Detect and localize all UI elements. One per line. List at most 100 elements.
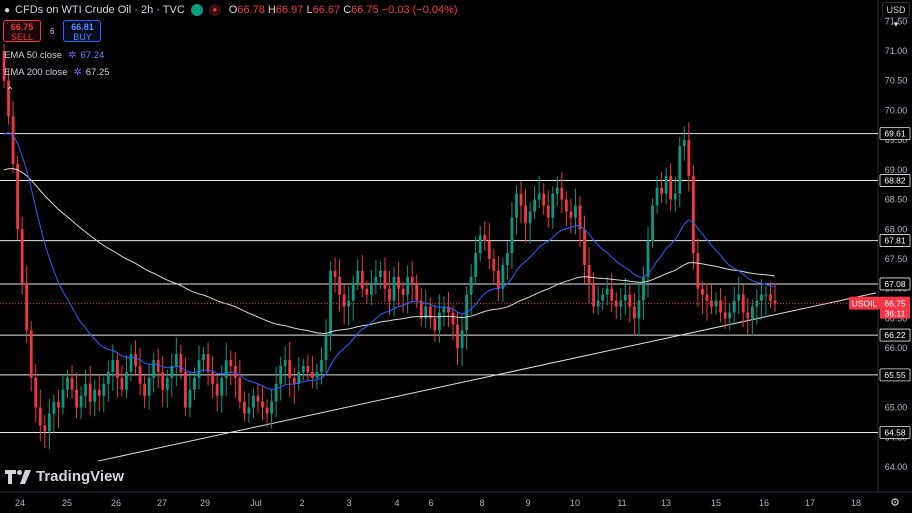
x-tick-label: 9 xyxy=(525,498,530,508)
candle-body xyxy=(256,395,260,402)
candle-body xyxy=(66,377,69,390)
candle-body xyxy=(369,282,373,295)
alert-icon[interactable]: ● xyxy=(208,4,221,16)
candle-body xyxy=(365,288,369,295)
settings-icon[interactable]: ✲ xyxy=(68,50,76,61)
candle-body xyxy=(88,383,92,402)
level-price-label: 69.61 xyxy=(884,129,906,139)
x-tick-label: 26 xyxy=(111,498,121,508)
candle-body xyxy=(242,401,246,414)
candle-body xyxy=(592,282,595,307)
x-tick-label: 17 xyxy=(805,498,815,508)
x-tick-label: 2 xyxy=(299,498,304,508)
symbol-icon[interactable]: ● xyxy=(4,5,10,16)
candle-body xyxy=(519,193,523,206)
candle-body xyxy=(701,288,704,295)
candle-body xyxy=(252,395,255,408)
indicator-ema200[interactable]: EMA 200 close ✲ 67.25 xyxy=(4,67,110,78)
candle-body xyxy=(147,377,151,396)
trade-buttons: 66.75 SELL 6 66.81 BUY xyxy=(3,20,102,42)
candle-body xyxy=(678,146,682,194)
candle-body xyxy=(669,175,673,200)
candle-body xyxy=(174,354,178,366)
y-tick-label: 68.00 xyxy=(885,224,908,234)
bar-countdown-label: 36:11 xyxy=(885,309,906,319)
candle-body xyxy=(537,193,541,200)
candle-body xyxy=(106,371,110,384)
collapse-icon[interactable]: ⌃ xyxy=(3,85,17,99)
candle-body xyxy=(528,211,532,224)
candle-body xyxy=(47,413,51,432)
trendline[interactable] xyxy=(97,292,877,462)
candle-body xyxy=(605,288,609,295)
candle-body xyxy=(492,259,496,271)
symbol-tag-label: USOIL xyxy=(852,299,878,309)
candle-body xyxy=(750,306,754,319)
candle-body xyxy=(496,270,500,289)
candle-body xyxy=(655,187,659,206)
x-tick-label: 18 xyxy=(851,498,861,508)
candle-body xyxy=(542,193,546,206)
buy-button[interactable]: 66.81 BUY xyxy=(63,20,102,42)
candle-body xyxy=(184,371,187,408)
candle-body xyxy=(265,407,269,414)
candle-body xyxy=(737,294,741,301)
market-status-icon[interactable] xyxy=(190,4,203,16)
x-tick-label: 24 xyxy=(15,498,25,508)
candle-body xyxy=(460,330,464,349)
candle-body xyxy=(342,294,346,307)
candle-body xyxy=(165,377,169,390)
candle-body xyxy=(38,407,42,426)
settings-icon[interactable]: ⚙ xyxy=(890,496,900,509)
candle-body xyxy=(483,235,487,242)
x-tick-label: 8 xyxy=(479,498,484,508)
candle-body xyxy=(138,365,142,384)
candle-body xyxy=(628,294,632,307)
candle-body xyxy=(351,282,355,301)
change-value: −0.03 (−0.04%) xyxy=(381,4,458,16)
indicator-ema50[interactable]: EMA 50 close ✲ 67.24 xyxy=(4,50,104,61)
candle-body xyxy=(11,116,15,164)
candle-body xyxy=(202,354,205,361)
candle-body xyxy=(288,360,292,378)
y-tick-label: 70.50 xyxy=(885,76,908,86)
candle-body xyxy=(732,300,736,313)
candle-body xyxy=(510,217,514,254)
candle-body xyxy=(487,241,491,259)
symbol-title[interactable]: CFDs on WTI Crude Oil · 2h · TVC xyxy=(15,4,185,16)
candle-body xyxy=(311,371,314,378)
y-tick-label: 68.50 xyxy=(885,195,908,205)
x-tick-label: 13 xyxy=(661,498,671,508)
tradingview-logo-icon xyxy=(5,469,31,484)
candle-body xyxy=(224,360,228,378)
candle-body xyxy=(247,407,251,414)
candle-body xyxy=(356,270,360,283)
candle-body xyxy=(583,229,586,265)
x-tick-label: 11 xyxy=(617,498,626,508)
currency-selector[interactable]: USD ▾ xyxy=(882,2,910,29)
candle-body xyxy=(274,383,278,402)
x-tick-label: 10 xyxy=(570,498,580,508)
candle-body xyxy=(120,377,124,390)
candle-body xyxy=(664,175,668,194)
candle-body xyxy=(392,276,396,301)
candle-body xyxy=(410,276,414,283)
candle-body xyxy=(75,389,78,408)
candle-body xyxy=(279,365,283,384)
candle-body xyxy=(301,365,305,372)
candle-body xyxy=(406,276,410,295)
candle-body xyxy=(338,276,342,295)
level-price-label: 65.55 xyxy=(884,370,906,380)
candle-body xyxy=(211,371,215,384)
candle-body xyxy=(515,193,518,218)
candle-body xyxy=(324,336,328,361)
sell-button[interactable]: 66.75 SELL xyxy=(3,20,41,42)
ema50-line[interactable] xyxy=(3,132,776,390)
candle-body xyxy=(759,294,763,301)
y-tick-label: 64.00 xyxy=(885,462,908,472)
settings-icon[interactable]: ✲ xyxy=(73,67,81,78)
x-tick-label: 27 xyxy=(157,498,167,508)
candle-body xyxy=(728,312,732,319)
candle-body xyxy=(696,253,700,289)
price-chart[interactable]: 71.5071.0070.5070.0069.5069.0068.5068.00… xyxy=(0,0,912,513)
